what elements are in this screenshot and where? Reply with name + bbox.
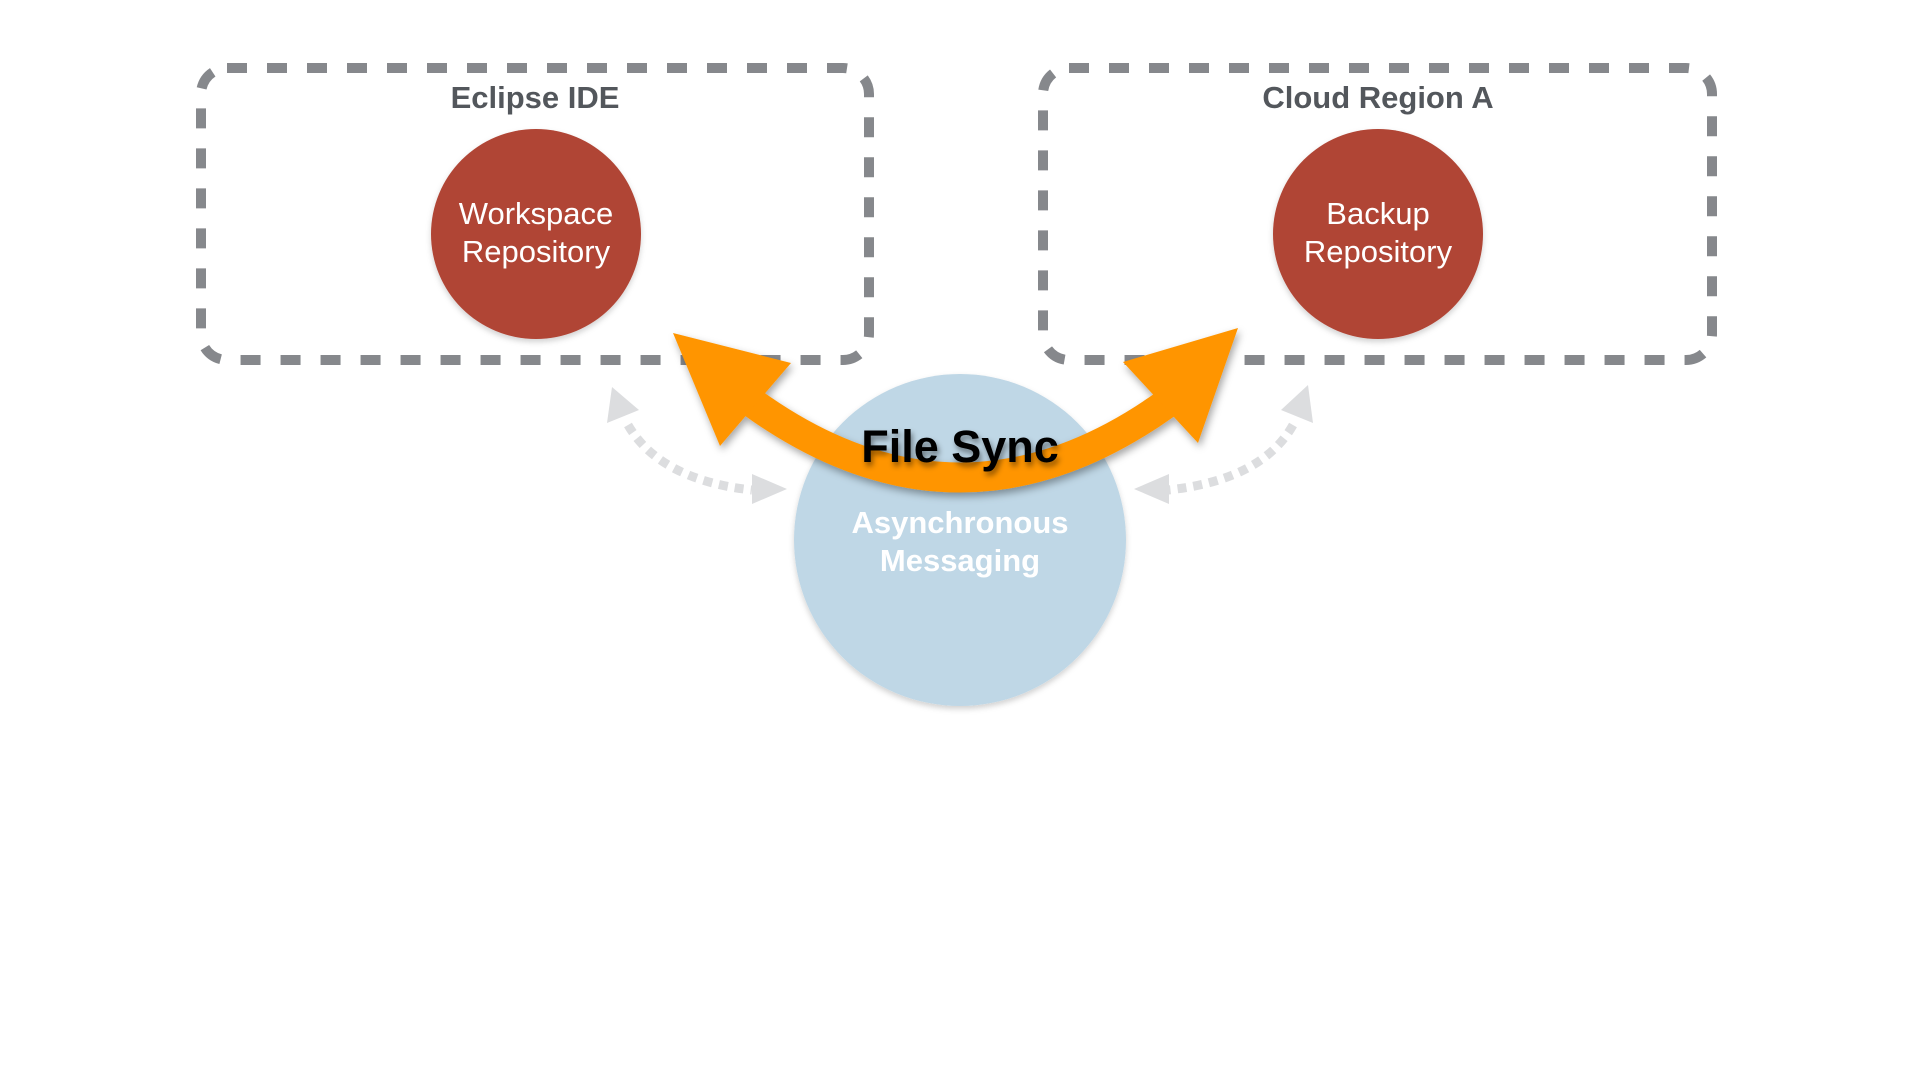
container-title: Cloud Region A [1262, 80, 1493, 115]
repository-label-line-1: Workspace [459, 196, 614, 231]
hub-label-line-1: Asynchronous [851, 505, 1068, 540]
workspace-repository-node[interactable]: Workspace Repository [431, 129, 641, 339]
arrowhead-up-icon [1281, 385, 1313, 423]
repository-label-line-1: Backup [1326, 196, 1429, 231]
file-sync-label: File Sync [861, 421, 1059, 472]
container-cloud-region-a: Cloud Region A Backup Repository [1038, 63, 1717, 365]
architecture-diagram: Eclipse IDE Workspace Repository Cloud R… [196, 63, 1717, 706]
backup-repository-node[interactable]: Backup Repository [1273, 129, 1483, 339]
arrowhead-up-icon [607, 387, 639, 423]
arrowhead-right-icon [752, 474, 787, 504]
dotted-link-line [624, 422, 753, 495]
repository-label-line-2: Repository [1304, 234, 1453, 269]
container-eclipse-ide: Eclipse IDE Workspace Repository [196, 63, 874, 365]
hub-label-line-2: Messaging [880, 543, 1040, 578]
repository-label-line-2: Repository [462, 234, 611, 269]
dotted-link-line [1167, 422, 1297, 495]
container-title: Eclipse IDE [451, 80, 620, 115]
arrowhead-left-icon [1134, 474, 1169, 504]
